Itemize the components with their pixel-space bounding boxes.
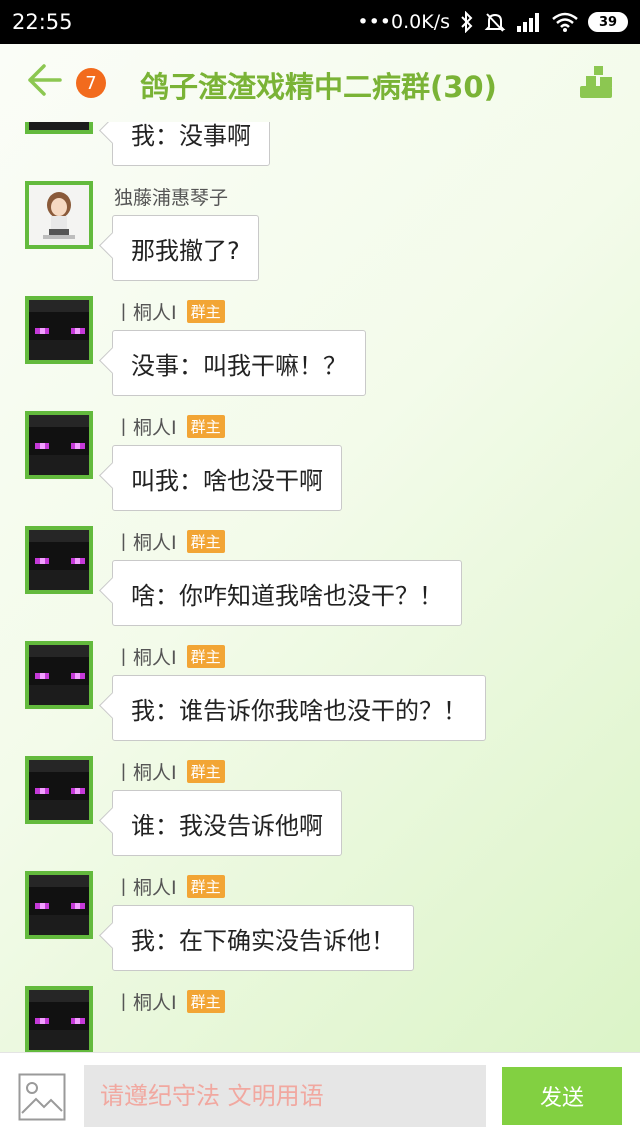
sender-name-row: 独藤浦惠琴子 — [114, 183, 228, 210]
avatar[interactable] — [25, 181, 93, 249]
chat-message: 丨桐人I 群主 — [0, 986, 640, 1052]
message-bubble[interactable]: 我：谁告诉你我啥也没干的？！ — [112, 675, 486, 741]
avatar[interactable] — [25, 756, 93, 824]
chat-message: 丨桐人I 群主叫我：啥也没干啊 — [0, 411, 640, 526]
avatar[interactable] — [25, 986, 93, 1052]
network-speed: •••0.0K/s — [357, 11, 450, 33]
sender-name: 丨桐人I — [114, 877, 177, 899]
avatar[interactable] — [25, 526, 93, 594]
avatar[interactable] — [25, 641, 93, 709]
status-time: 22:55 — [12, 10, 73, 34]
sender-name-row: 丨桐人I 群主 — [114, 643, 225, 670]
sender-name: 丨桐人I — [114, 647, 177, 669]
avatar[interactable] — [25, 296, 93, 364]
owner-badge: 群主 — [186, 530, 225, 553]
image-icon[interactable] — [18, 1073, 66, 1121]
status-bar: 22:55 •••0.0K/s 39 — [0, 0, 640, 44]
message-bubble[interactable]: 那我撤了? — [112, 215, 259, 281]
owner-badge: 群主 — [186, 300, 225, 323]
send-button[interactable]: 发送 — [502, 1067, 622, 1125]
avatar[interactable] — [25, 411, 93, 479]
avatar[interactable] — [25, 871, 93, 939]
chat-message: 丨桐人I 群主啥：你咋知道我啥也没干？！ — [0, 526, 640, 641]
message-bubble[interactable]: 没事：叫我干嘛！？ — [112, 330, 366, 396]
status-indicators: •••0.0K/s 39 — [357, 11, 628, 33]
message-list[interactable]: 丨桐人I群主我：没事啊独藤浦惠琴子那我撤了?丨桐人I群主没事：叫我干嘛！？丨桐人… — [0, 122, 640, 1052]
owner-badge: 群主 — [186, 415, 225, 438]
chat-header: 7 鸽子渣渣戏精中二病群(30) — [0, 44, 640, 122]
sender-name: 丨桐人I — [114, 302, 177, 324]
message-bubble[interactable]: 叫我：啥也没干啊 — [112, 445, 342, 511]
sender-name: 丨桐人I — [114, 992, 177, 1014]
owner-badge: 群主 — [186, 990, 225, 1013]
sender-name: 丨桐人I — [114, 532, 177, 554]
owner-badge: 群主 — [186, 645, 225, 668]
sender-name-row: 丨桐人I 群主 — [114, 413, 225, 440]
chat-message: 独藤浦惠琴子那我撤了? — [0, 181, 640, 296]
message-bubble[interactable]: 谁：我没告诉他啊 — [112, 790, 342, 856]
sender-name-row: 丨桐人I 群主 — [114, 758, 225, 785]
back-arrow-icon[interactable] — [26, 62, 62, 98]
input-bar: 发送 — [0, 1052, 640, 1138]
wifi-icon — [552, 12, 578, 32]
sender-name: 丨桐人I — [114, 417, 177, 439]
message-input[interactable] — [84, 1065, 486, 1127]
chat-message: 丨桐人I 群主我：谁告诉你我啥也没干的？！ — [0, 641, 640, 756]
sender-name: 丨桐人I — [114, 762, 177, 784]
chat-message: 丨桐人I群主我：没事啊 — [0, 122, 640, 181]
sender-name: 独藤浦惠琴子 — [114, 187, 229, 209]
avatar[interactable] — [25, 122, 93, 134]
battery-indicator: 39 — [588, 12, 628, 32]
unread-count-badge: 7 — [76, 68, 106, 98]
bluetooth-icon — [460, 11, 474, 33]
chat-message: 丨桐人I 群主我：在下确实没告诉他！ — [0, 871, 640, 986]
signal-icon — [516, 12, 542, 32]
sender-name-row: 丨桐人I 群主 — [114, 988, 225, 1015]
owner-badge: 群主 — [186, 875, 225, 898]
group-members-icon[interactable] — [578, 64, 614, 100]
message-bubble[interactable]: 我：没事啊 — [112, 122, 270, 166]
owner-badge: 群主 — [186, 760, 225, 783]
message-bubble[interactable]: 我：在下确实没告诉他！ — [112, 905, 414, 971]
chat-message: 丨桐人I 群主没事：叫我干嘛！？ — [0, 296, 640, 411]
message-bubble[interactable]: 啥：你咋知道我啥也没干？！ — [112, 560, 462, 626]
sender-name-row: 丨桐人I 群主 — [114, 873, 225, 900]
chat-message: 丨桐人I 群主谁：我没告诉他啊 — [0, 756, 640, 871]
sender-name-row: 丨桐人I 群主 — [114, 298, 225, 325]
page-title: 鸽子渣渣戏精中二病群(30) — [140, 70, 497, 104]
mute-bell-icon — [484, 11, 506, 33]
sender-name-row: 丨桐人I 群主 — [114, 528, 225, 555]
